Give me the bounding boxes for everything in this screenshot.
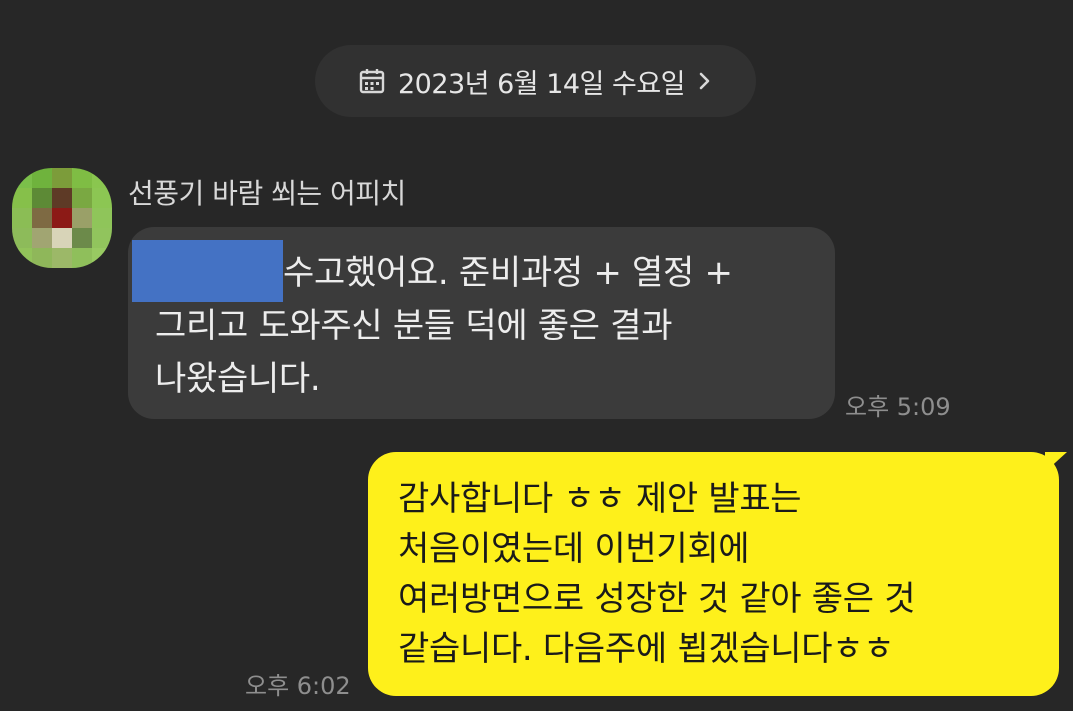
date-label: 2023년 6월 14일 수요일 [397,68,686,100]
calendar-icon [359,69,385,94]
incoming-message-bubble[interactable]: 수고했어요. 준비과정 + 열정 + 그리고 도와주신 분들 덕에 좋은 결과 … [128,227,835,419]
outgoing-message-bubble[interactable]: 감사합니다 ㅎㅎ 제안 발표는 처음이였는데 이번기회에 여러방면으로 성장한 … [368,452,1067,696]
message-line: 처음이였는데 이번기회에 [398,529,750,569]
avatar[interactable] [12,168,112,268]
date-divider[interactable]: 2023년 6월 14일 수요일 [315,45,756,117]
chevron-right-icon [699,72,710,90]
message-line: 여러방면으로 성장한 것 같아 좋은 것 [398,579,916,619]
outgoing-timestamp: 오후 6:02 [245,672,351,700]
message-line: 수고했어요. 준비과정 + 열정 + [283,253,733,293]
message-line: 감사합니다 ㅎㅎ 제안 발표는 [398,479,802,519]
outgoing-message-text: 감사합니다 ㅎㅎ 제안 발표는 처음이였는데 이번기회에 여러방면으로 성장한 … [398,474,1038,674]
message-line: 나왔습니다. [155,359,321,399]
sender-name: 선풍기 바람 쐬는 어피치 [128,177,406,210]
incoming-message-text: 수고했어요. 준비과정 + 열정 + 그리고 도와주신 분들 덕에 좋은 결과 … [155,247,815,406]
incoming-timestamp: 오후 5:09 [845,393,951,421]
message-line: 같습니다. 다음주에 뵙겠습니다ㅎㅎ [398,629,895,669]
bubble-tail [1045,452,1067,472]
message-line: 그리고 도와주신 분들 덕에 좋은 결과 [155,306,673,346]
